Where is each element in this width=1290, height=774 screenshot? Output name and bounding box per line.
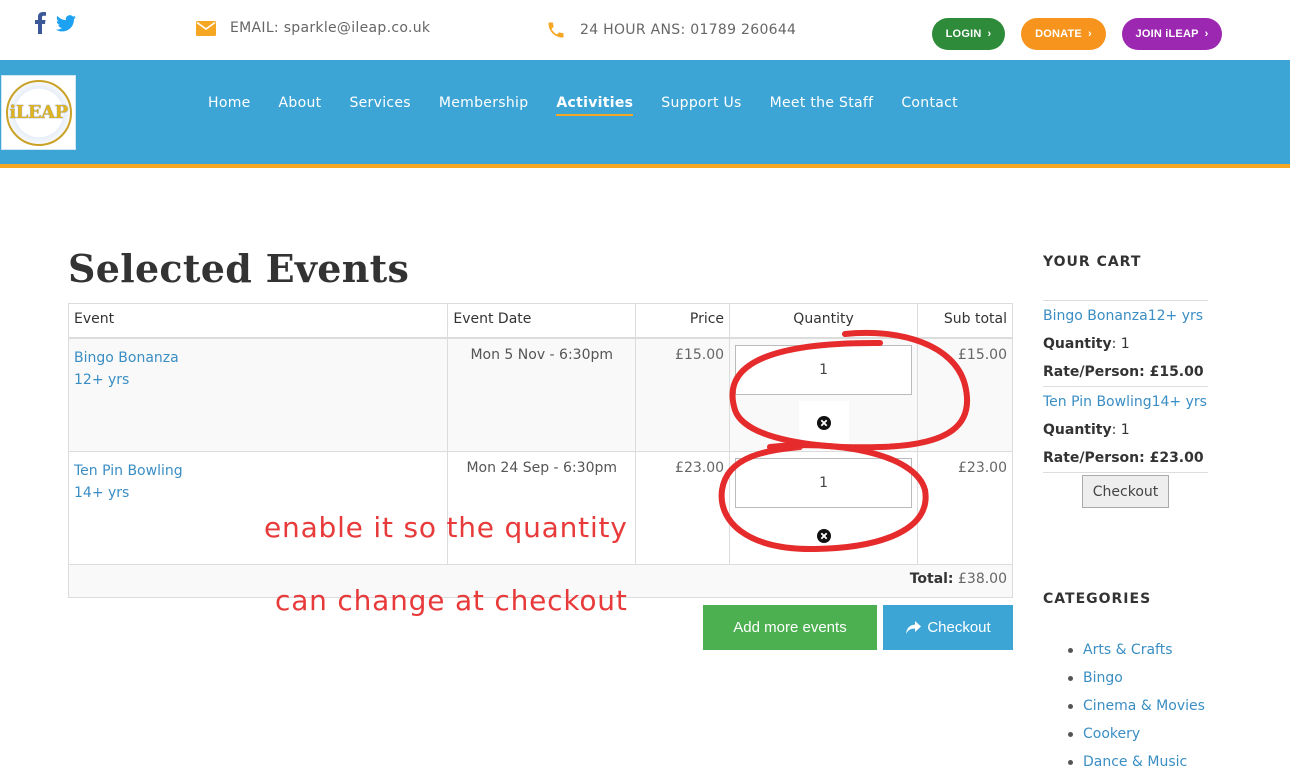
nav-item-meet-the-staff[interactable]: Meet the Staff — [770, 95, 874, 111]
categories-heading: CATEGORIES — [1043, 591, 1152, 607]
category-item[interactable]: Dance & Music — [1068, 748, 1205, 774]
chevron-right-icon: › — [987, 28, 992, 40]
category-item[interactable]: Bingo — [1068, 664, 1205, 692]
rate-label: Rate/Person — [1043, 364, 1140, 380]
phone-icon — [548, 22, 564, 38]
selected-events-table: Event Event Date Price Quantity Sub tota… — [67, 303, 1013, 598]
event-age-link[interactable]: 12+ yrs — [74, 369, 442, 391]
event-cell: Ten Pin Bowling 14+ yrs — [67, 450, 449, 565]
event-date: Mon 24 Sep - 6:30pm — [447, 450, 637, 565]
phone-contact: 24 HOUR ANS: 01789 260644 — [546, 20, 796, 40]
twitter-icon[interactable] — [56, 14, 76, 32]
nav-item-home[interactable]: Home — [208, 95, 251, 111]
facebook-icon[interactable] — [34, 12, 46, 34]
event-price: £23.00 — [635, 450, 731, 565]
phone-text[interactable]: 24 HOUR ANS: 01789 260644 — [580, 22, 796, 38]
main-navbar: iLEAP Home About Services Membership Act… — [0, 60, 1290, 164]
remove-circle-icon — [816, 528, 831, 543]
header-quantity: Quantity — [729, 303, 919, 339]
event-link[interactable]: Ten Pin Bowling — [74, 460, 442, 482]
nav-item-contact[interactable]: Contact — [901, 95, 958, 111]
quantity-label: Quantity — [1043, 422, 1112, 438]
table-row: Ten Pin Bowling 14+ yrs Mon 24 Sep - 6:3… — [67, 450, 1013, 565]
cart-item-name[interactable]: Ten Pin Bowling14+ yrs — [1043, 386, 1208, 416]
nav-item-about[interactable]: About — [279, 95, 322, 111]
email-contact: EMAIL: sparkle@ileap.co.uk — [196, 20, 430, 36]
logo-badge: iLEAP — [5, 79, 72, 146]
join-label: JOIN iLEAP — [1135, 28, 1199, 40]
quantity-label: Quantity — [1043, 336, 1112, 352]
event-age-link[interactable]: 14+ yrs — [74, 482, 442, 504]
total-value: £38.00 — [958, 570, 1007, 587]
table-header-row: Event Event Date Price Quantity Sub tota… — [67, 303, 1013, 339]
navbar-accent-stripe — [0, 164, 1290, 168]
table-row: Bingo Bonanza 12+ yrs Mon 5 Nov - 6:30pm… — [67, 337, 1013, 452]
logo-text: iLEAP — [9, 102, 68, 123]
rate-label: Rate/Person — [1043, 450, 1140, 466]
top-bar: EMAIL: sparkle@ileap.co.uk 24 HOUR ANS: … — [0, 0, 1290, 60]
quantity-input[interactable] — [735, 457, 913, 508]
nav-item-services[interactable]: Services — [349, 95, 410, 111]
event-subtotal: £23.00 — [917, 450, 1013, 565]
event-subtotal: £15.00 — [917, 337, 1013, 452]
header-subtotal: Sub total — [917, 303, 1013, 339]
share-arrow-icon — [906, 620, 922, 634]
checkout-label: Checkout — [927, 619, 991, 636]
quantity-input[interactable] — [735, 344, 913, 395]
cart-checkout-button[interactable]: Checkout — [1082, 475, 1169, 508]
category-item[interactable]: Cinema & Movies — [1068, 692, 1205, 720]
event-cell: Bingo Bonanza 12+ yrs — [67, 337, 449, 452]
envelope-icon — [196, 20, 216, 36]
rate-value: : £15.00 — [1139, 364, 1204, 380]
quantity-cell — [729, 450, 919, 565]
login-label: LOGIN — [945, 28, 982, 40]
category-item[interactable]: Arts & Crafts — [1068, 636, 1205, 664]
cart-item-rate: Rate/Person: £15.00 — [1043, 358, 1208, 386]
add-more-events-button[interactable]: Add more events — [703, 605, 877, 650]
chevron-right-icon: › — [1204, 28, 1209, 40]
social-links — [34, 12, 76, 34]
donate-button[interactable]: DONATE › — [1021, 18, 1106, 50]
donate-label: DONATE — [1035, 28, 1082, 40]
remove-circle-icon — [816, 415, 831, 430]
header-event: Event — [67, 303, 449, 339]
cart-item-rate: Rate/Person: £23.00 — [1043, 444, 1208, 472]
chevron-right-icon: › — [1087, 28, 1092, 40]
cart-widget: Bingo Bonanza12+ yrs Quantity: 1 Rate/Pe… — [1043, 300, 1208, 508]
annotation-text-line-2: can change at checkout — [275, 584, 628, 617]
annotation-text-line-1: enable it so the quantity — [264, 511, 628, 544]
cart-divider — [1043, 472, 1208, 473]
cart-item-quantity: Quantity: 1 — [1043, 330, 1208, 358]
event-price: £15.00 — [635, 337, 731, 452]
nav-item-activities[interactable]: Activities — [556, 95, 634, 116]
remove-button[interactable] — [799, 514, 849, 558]
email-text[interactable]: EMAIL: sparkle@ileap.co.uk — [230, 20, 430, 36]
remove-button[interactable] — [798, 400, 849, 445]
cart-item-quantity: Quantity: 1 — [1043, 416, 1208, 444]
nav-item-membership[interactable]: Membership — [439, 95, 529, 111]
checkout-button[interactable]: Checkout — [883, 605, 1013, 650]
account-buttons: LOGIN › DONATE › JOIN iLEAP › — [932, 18, 1222, 50]
cart-heading: YOUR CART — [1043, 254, 1142, 270]
categories-list: Arts & Crafts Bingo Cinema & Movies Cook… — [1068, 636, 1205, 774]
quantity-value: : 1 — [1111, 422, 1130, 438]
header-event-date: Event Date — [447, 303, 637, 339]
category-item[interactable]: Cookery — [1068, 720, 1205, 748]
event-date: Mon 5 Nov - 6:30pm — [447, 337, 637, 452]
page-title: Selected Events — [68, 246, 410, 291]
nav-menu: Home About Services Membership Activitie… — [208, 95, 986, 116]
join-button[interactable]: JOIN iLEAP › — [1122, 18, 1222, 50]
site-logo[interactable]: iLEAP — [1, 75, 76, 150]
header-price: Price — [635, 303, 731, 339]
total-label: Total: — [909, 570, 954, 587]
cart-item-name[interactable]: Bingo Bonanza12+ yrs — [1043, 300, 1208, 330]
quantity-value: : 1 — [1111, 336, 1130, 352]
nav-item-support-us[interactable]: Support Us — [661, 95, 741, 111]
rate-value: : £23.00 — [1139, 450, 1204, 466]
quantity-cell — [729, 337, 919, 452]
event-link[interactable]: Bingo Bonanza — [74, 347, 442, 369]
login-button[interactable]: LOGIN › — [932, 18, 1005, 50]
